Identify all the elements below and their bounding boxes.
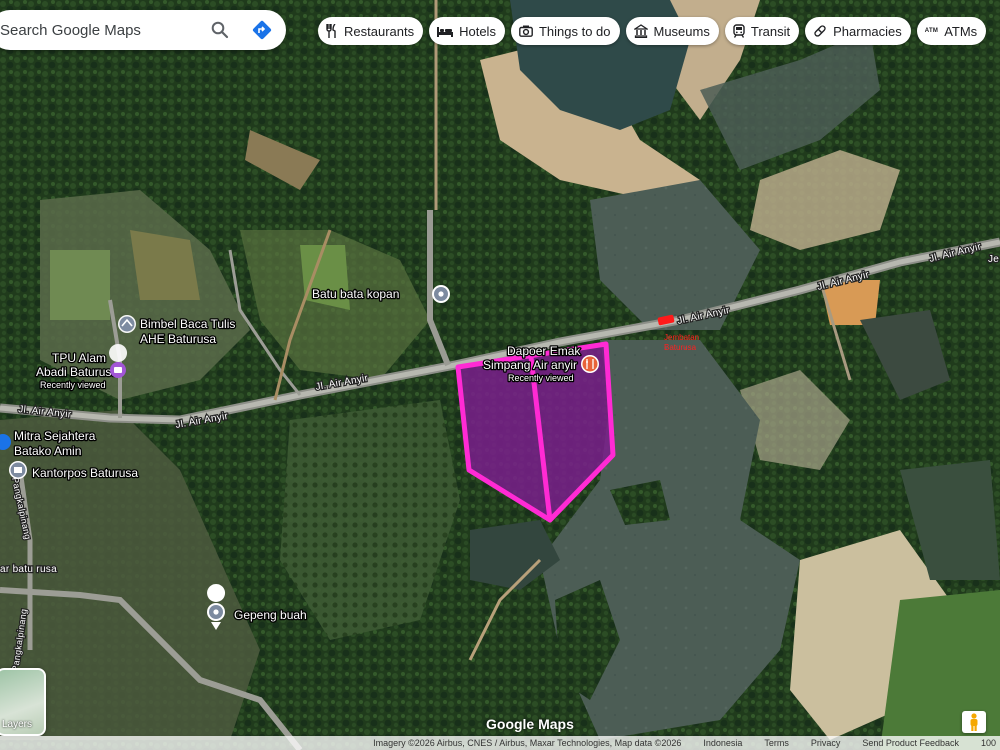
footer-link-feedback[interactable]: Send Product Feedback — [862, 738, 959, 748]
chip-things-to-do[interactable]: Things to do — [510, 17, 620, 45]
scale-bar[interactable]: 100 — [981, 738, 996, 748]
road-label-fragment: Je — [988, 254, 999, 265]
chip-label: Restaurants — [344, 23, 415, 39]
chip-label: ATMs — [944, 23, 978, 39]
attribution-text: Imagery ©2026 Airbus, CNES / Airbus, Max… — [373, 738, 682, 748]
train-icon — [733, 24, 745, 38]
directions-icon[interactable] — [247, 15, 277, 45]
place-label-mitra[interactable]: Mitra Sejahtera — [13, 428, 97, 445]
pill-icon — [813, 24, 827, 38]
pin-dapoer-restaurant[interactable] — [581, 355, 599, 373]
pegman-icon[interactable] — [962, 711, 986, 733]
chip-transit[interactable]: Transit — [724, 17, 800, 45]
map-footer: Imagery ©2026 Airbus, CNES / Airbus, Max… — [0, 736, 1000, 750]
google-maps-logo: Google Maps — [486, 716, 574, 732]
satellite-map[interactable]: Jl. Air Anyir Jl. Air Anyir Jl. Air Anyi… — [0, 0, 1000, 750]
place-label-tpu[interactable]: TPU Alam — [51, 350, 108, 367]
recently-viewed-label: Recently viewed — [508, 373, 574, 383]
chip-museums[interactable]: Museums — [625, 17, 719, 45]
road-label-batu-rusa: ar batu rusa — [0, 564, 57, 575]
search-box[interactable] — [0, 10, 286, 50]
fork-knife-icon — [326, 24, 338, 38]
footer-link-terms[interactable]: Terms — [764, 738, 789, 748]
place-label-bimbel[interactable]: AHE Baturusa — [139, 331, 218, 348]
chip-hotels[interactable]: Hotels — [429, 17, 505, 45]
pin-bimbel[interactable] — [118, 315, 136, 333]
chip-label: Hotels — [459, 23, 496, 39]
category-chips: Restaurants Hotels Things to do Museums … — [318, 17, 987, 45]
chip-restaurants[interactable]: Restaurants — [318, 17, 424, 45]
footer-link-country[interactable]: Indonesia — [703, 738, 742, 748]
atm-icon: ATM — [924, 28, 939, 34]
annotation-red-label: Jembatan — [664, 333, 699, 342]
layers-button[interactable]: Layers — [0, 668, 46, 736]
place-label-bimbel[interactable]: Bimbel Baca Tulis — [139, 316, 237, 333]
camera-icon — [519, 25, 533, 37]
search-icon[interactable] — [205, 15, 235, 45]
chip-label: Things to do — [538, 23, 611, 39]
layers-label: Layers — [2, 719, 33, 730]
annotation-red-label: Baturusa — [664, 343, 697, 352]
bed-icon — [437, 25, 454, 37]
place-label-dapoer[interactable]: Dapoer Emak — [506, 343, 583, 360]
chip-label: Pharmacies — [833, 23, 902, 39]
place-label-mitra[interactable]: Batako Amin — [13, 443, 83, 460]
chip-pharmacies[interactable]: Pharmacies — [805, 17, 911, 45]
recently-viewed-label: Recently viewed — [40, 380, 106, 390]
place-label-batu-bata[interactable]: Batu bata kopan — [311, 286, 401, 303]
place-label-gepeng[interactable]: Gepeng buah — [233, 607, 308, 624]
pin-batu-bata[interactable] — [432, 285, 450, 303]
chip-label: Transit — [750, 23, 791, 39]
search-input[interactable] — [0, 21, 205, 39]
chip-atms[interactable]: ATM ATMs — [916, 17, 987, 45]
pin-kantorpos[interactable] — [9, 461, 27, 479]
place-label-dapoer[interactable]: Simpang Air anyir — [482, 357, 579, 374]
museum-icon — [633, 24, 648, 38]
place-label-tpu[interactable]: Abadi Baturusa — [35, 364, 120, 381]
footer-link-privacy[interactable]: Privacy — [811, 738, 841, 748]
place-label-kantorpos[interactable]: Kantorpos Baturusa — [31, 465, 140, 482]
chip-label: Museums — [653, 23, 710, 39]
